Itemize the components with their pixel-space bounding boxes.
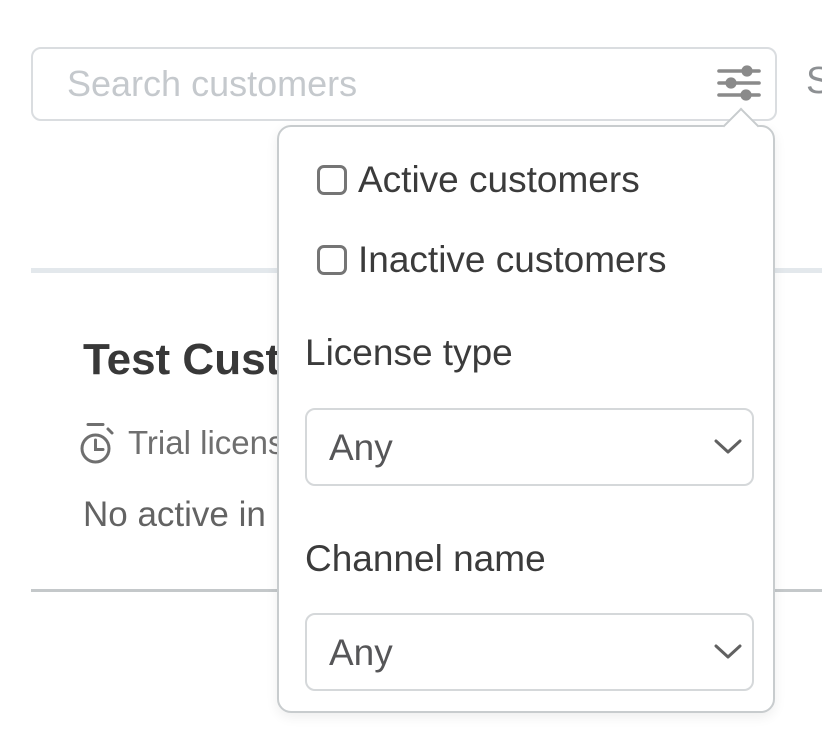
license-text: Trial licens: [128, 421, 284, 465]
inactive-customers-checkbox[interactable]: [317, 245, 347, 275]
license-badge: Trial licens: [79, 421, 284, 470]
active-customers-label: Active customers: [358, 158, 640, 202]
filter-button[interactable]: [708, 57, 770, 111]
inactive-customers-label: Inactive customers: [358, 238, 666, 282]
trial-timer-icon: [79, 421, 117, 470]
channel-name-select[interactable]: Any: [305, 613, 754, 691]
customers-page: S Test Cust Trial licens No active in Ac…: [0, 0, 822, 756]
filter-sliders-icon: [717, 63, 761, 106]
license-type-label: License type: [305, 330, 750, 376]
truncated-right-label: S: [806, 60, 822, 103]
search-input[interactable]: [31, 47, 777, 121]
customer-title: Test Cust: [83, 334, 280, 386]
customer-status-text: No active in: [83, 495, 266, 535]
inactive-customers-option[interactable]: Inactive customers: [317, 238, 750, 282]
license-type-select[interactable]: Any: [305, 408, 754, 486]
channel-name-label: Channel name: [305, 536, 750, 582]
active-customers-checkbox[interactable]: [317, 165, 347, 195]
license-type-select-wrap: Any: [305, 408, 754, 486]
channel-name-select-wrap: Any: [305, 613, 754, 691]
filter-popover: Active customers Inactive customers Lice…: [277, 125, 775, 713]
active-customers-option[interactable]: Active customers: [317, 158, 750, 202]
